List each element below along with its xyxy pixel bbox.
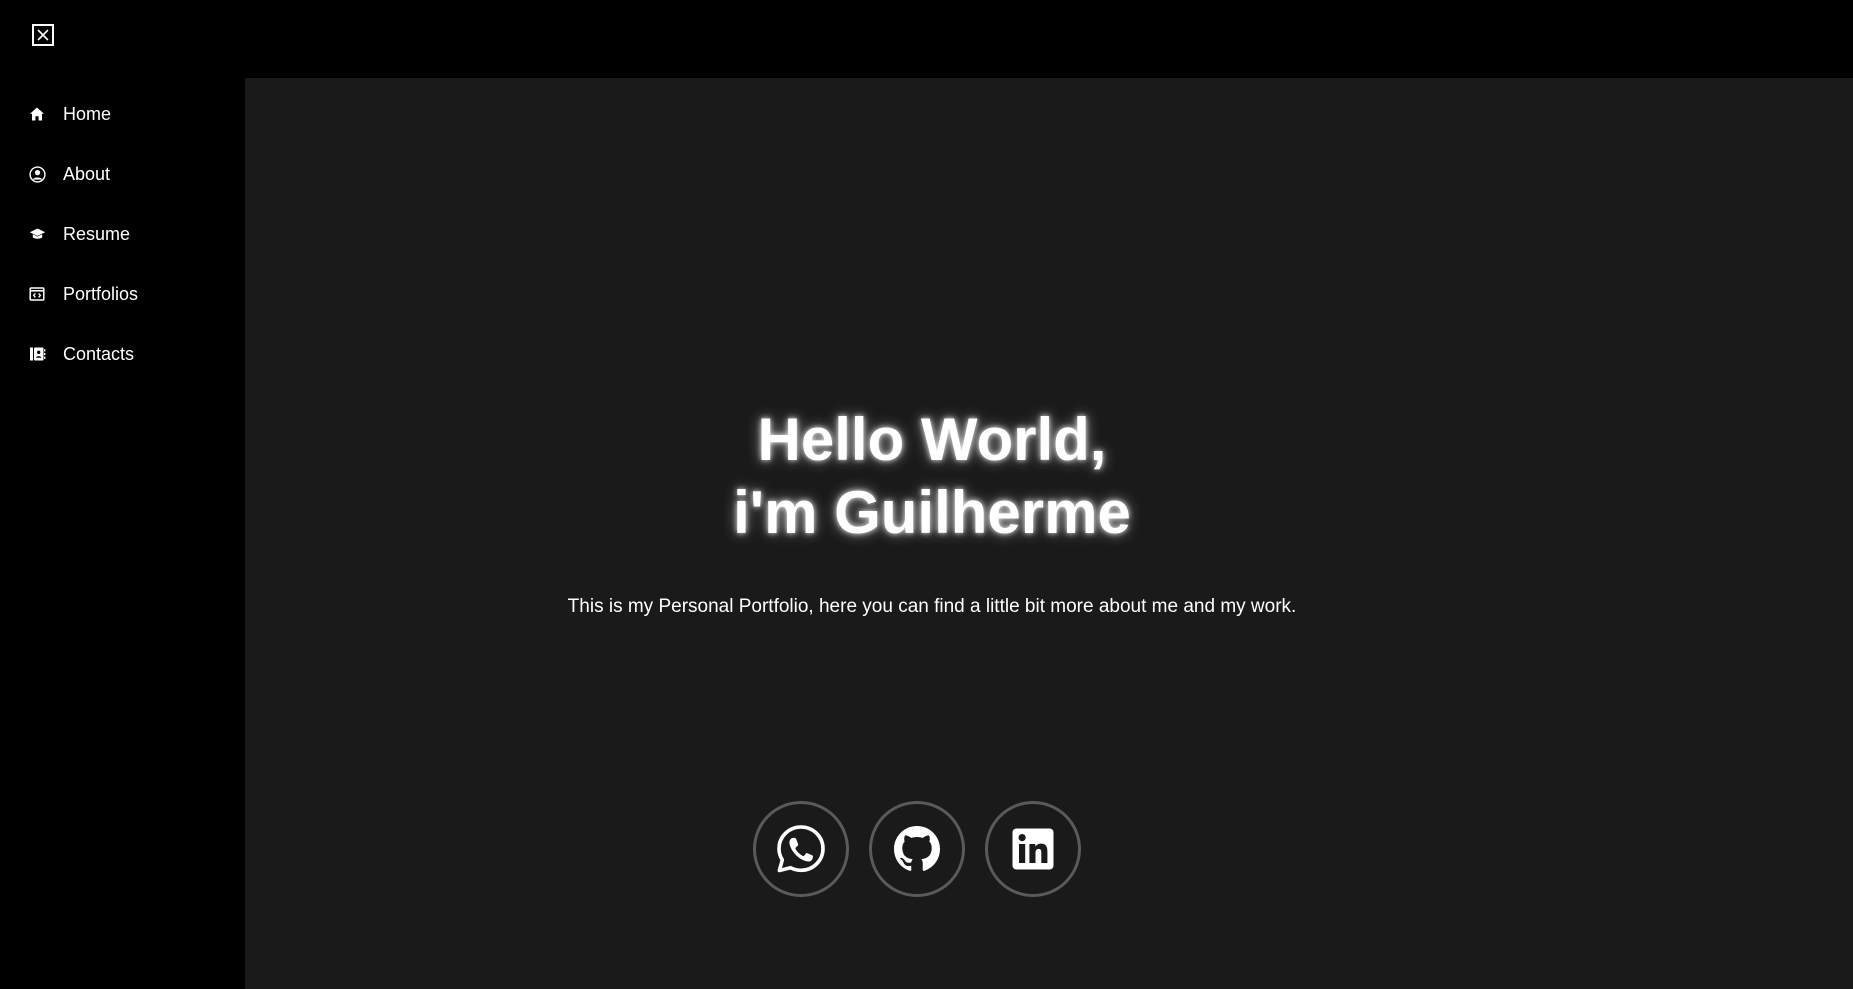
sidebar-nav: Home About Resume Portfolios Contacts [0,84,245,384]
hero-title-line-1: Hello World, [757,406,1107,473]
graduation-cap-icon [28,225,46,243]
home-icon [28,105,46,123]
sidebar-item-label: Contacts [63,344,135,364]
app: Home About Resume Portfolios Contacts He… [0,0,1853,989]
sidebar-item-about[interactable]: About [0,144,245,204]
sidebar-item-contacts[interactable]: Contacts [0,324,245,384]
whatsapp-icon [777,825,825,873]
social-links [753,801,1081,897]
whatsapp-button[interactable] [753,801,849,897]
close-icon [37,29,49,41]
hero-subtitle: This is my Personal Portfolio, here you … [567,596,1297,617]
sidebar-item-home[interactable]: Home [0,84,245,144]
sidebar-item-label: About [63,164,111,184]
contacts-book-icon [28,345,46,363]
sidebar-item-label: Portfolios [63,284,139,304]
linkedin-icon [1012,828,1054,870]
sidebar-item-resume[interactable]: Resume [0,204,245,264]
user-circle-icon [28,165,46,183]
main-content: Hello World, i'm Guilherme This is my Pe… [245,78,1853,989]
sidebar: Home About Resume Portfolios Contacts [0,0,245,989]
hero-title: Hello World, i'm Guilherme [245,403,1619,549]
sidebar-item-label: Home [63,104,112,124]
close-sidebar-button[interactable] [32,24,54,46]
sidebar-item-portfolios[interactable]: Portfolios [0,264,245,324]
hero-section: Hello World, i'm Guilherme This is my Pe… [245,78,1619,989]
code-window-icon [28,285,46,303]
sidebar-item-label: Resume [63,224,131,244]
linkedin-button[interactable] [985,801,1081,897]
github-button[interactable] [869,801,965,897]
github-icon [894,826,940,871]
hero-title-line-2: i'm Guilherme [733,479,1131,546]
